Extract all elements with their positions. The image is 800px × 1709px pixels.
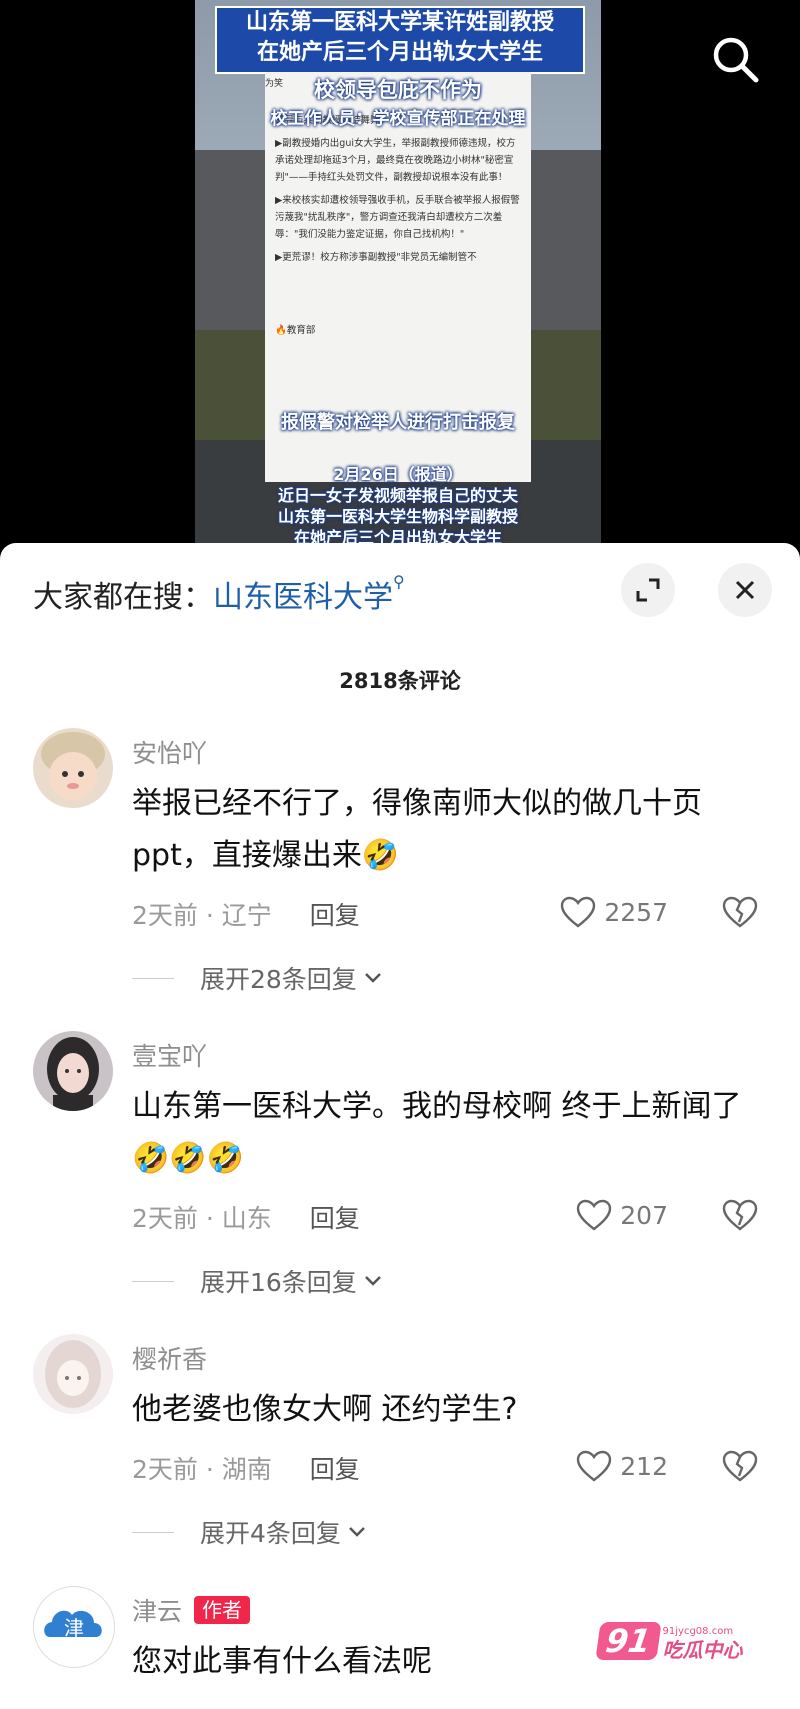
time-location: 2天前 · 山东: [132, 1204, 272, 1233]
comment-text: 他老婆也像女大啊 还约学生?: [132, 1392, 518, 1427]
expand-replies[interactable]: 展开16条回复: [132, 1263, 383, 1299]
chevron-down-icon: [349, 1527, 365, 1537]
username[interactable]: 壹宝吖: [132, 1037, 207, 1073]
avatar[interactable]: 津: [33, 1586, 115, 1668]
comment-sheet: 大家都在搜：山东医科大学⚲ 2818条评论 安怡吖 举报已经不行了，得像南师大似…: [0, 543, 800, 1709]
expand-button[interactable]: [621, 563, 675, 617]
comment-text: 举报已经不行了，得像南师大似的做几十页ppt，直接爆出来🤣: [132, 786, 702, 873]
watermark-name: 吃瓜中心: [662, 1638, 743, 1662]
dislike-button[interactable]: [722, 896, 758, 932]
like-button[interactable]: 212: [576, 1450, 668, 1482]
username[interactable]: 樱祈香: [132, 1340, 207, 1376]
expand-icon: [636, 578, 660, 602]
time-location: 2天前 · 辽宁: [132, 901, 272, 930]
avatar-char: 津: [64, 1616, 84, 1640]
broken-heart-icon: [722, 1199, 758, 1231]
comment-count: 2818条评论: [339, 669, 461, 693]
avatar[interactable]: [33, 1031, 113, 1111]
hot-search-bar[interactable]: 大家都在搜：山东医科大学⚲: [33, 572, 405, 616]
dislike-button[interactable]: [722, 1199, 758, 1235]
chevron-down-icon: [364, 973, 381, 983]
caption-line: 2月26日（报道）: [333, 465, 463, 484]
headline-line-2: 在她产后三个月出轨女大学生: [256, 40, 543, 65]
video-caption: 校工作人员：学校宣传部正在处理: [270, 109, 526, 129]
comment-meta: 2天前 · 湖南 回复: [132, 1450, 360, 1486]
comment-meta: 2天前 · 辽宁 回复: [132, 896, 360, 932]
chevron-down-icon: [364, 1276, 381, 1286]
hot-search-keyword[interactable]: 山东医科大学: [213, 580, 393, 615]
doc-paragraph: ▶副教授婚内出gui女大学生，举报副教授师德违规，校方承诺处理却拖延3个月，最终…: [275, 138, 516, 183]
broken-heart-icon: [722, 1450, 758, 1482]
reply-button[interactable]: 回复: [310, 901, 360, 930]
dislike-button[interactable]: [722, 1450, 758, 1486]
watermark-logo: 91 91jycg08.com 吃瓜中心: [595, 1622, 743, 1662]
avatar[interactable]: [33, 1334, 113, 1414]
search-icon: [713, 37, 759, 83]
video-frame: 山东第一医科大学某许姓副教授 在她产后三个月出轨女大学生 领导与某副教授勾结舞弊…: [195, 0, 601, 545]
expand-replies[interactable]: 展开28条回复: [132, 960, 383, 996]
expand-replies[interactable]: 展开4条回复: [132, 1514, 367, 1550]
small-search-icon: ⚲: [393, 572, 405, 591]
time-location: 2天前 · 湖南: [132, 1455, 272, 1484]
like-button[interactable]: 2257: [560, 896, 668, 928]
video-caption: 校领导包庇不作为: [314, 78, 482, 102]
caption-line: 近日一女子发视频举报自己的丈夫: [277, 486, 518, 505]
doc-paragraph: ▶来校核实却遭校领导强收手机，反手联合被举报人报假警污蔑我"扰乱秩序"，警方调查…: [275, 195, 520, 240]
heart-icon: [577, 1199, 612, 1231]
comment-meta: 2天前 · 山东 回复: [132, 1199, 360, 1235]
close-icon: [735, 580, 755, 600]
video-headline: 山东第一医科大学某许姓副教授 在她产后三个月出轨女大学生: [215, 6, 585, 74]
doc-paragraph: ▶更荒谬！校方称涉事副教授"非党员无编制管不: [275, 252, 477, 263]
headline-line-1: 山东第一医科大学某许姓副教授: [245, 10, 554, 35]
like-button[interactable]: 207: [576, 1199, 668, 1231]
username[interactable]: 安怡吖: [132, 734, 207, 770]
like-count: 2257: [604, 897, 668, 927]
hot-search-label: 大家都在搜：: [33, 580, 213, 615]
like-count: 207: [620, 1200, 668, 1230]
video-caption: 报假警对检举人进行打击报复: [281, 412, 515, 433]
search-button[interactable]: [708, 32, 764, 88]
avatar[interactable]: [33, 728, 113, 808]
username[interactable]: 津云 作者: [132, 1592, 251, 1628]
video-caption-block: 2月26日（报道） 近日一女子发视频举报自己的丈夫 山东第一医科大学生物科学副教…: [195, 464, 601, 545]
author-badge: 作者: [194, 1596, 251, 1624]
like-count: 212: [620, 1451, 668, 1481]
reply-button[interactable]: 回复: [310, 1204, 360, 1233]
caption-line: 山东第一医科大学生物科学副教授: [277, 507, 518, 526]
watermark-number: 91: [595, 1622, 662, 1660]
comment-text: 山东第一医科大学。我的母校啊 终于上新闻了🤣🤣🤣: [132, 1089, 742, 1176]
reply-button[interactable]: 回复: [310, 1455, 360, 1484]
heart-icon: [577, 1450, 612, 1482]
video-player[interactable]: 山东第一医科大学某许姓副教授 在她产后三个月出轨女大学生 领导与某副教授勾结舞弊…: [0, 0, 800, 545]
doc-paragraph: 🔥教育部: [275, 325, 316, 336]
close-button[interactable]: [718, 563, 772, 617]
heart-icon: [561, 896, 596, 928]
broken-heart-icon: [722, 896, 758, 928]
